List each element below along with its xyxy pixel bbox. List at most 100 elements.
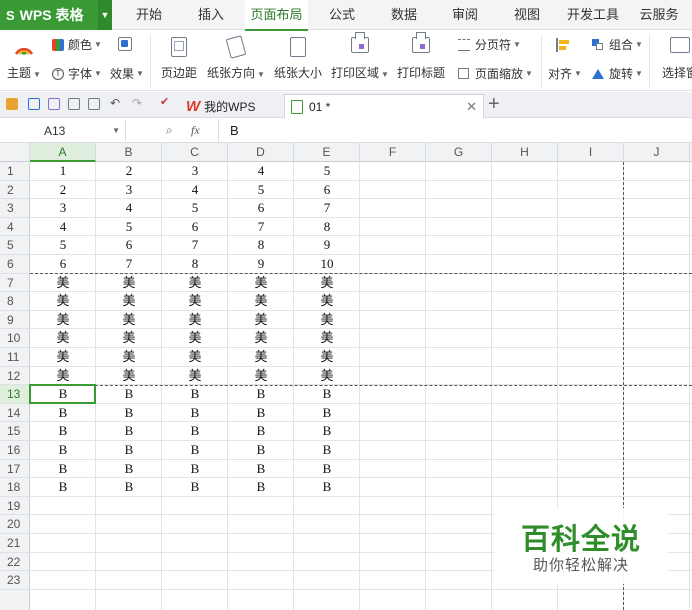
tab-document-01[interactable]: 01 * ✕: [284, 94, 484, 118]
cell-d4[interactable]: 7: [228, 218, 294, 237]
zoom-icon[interactable]: ⌕: [166, 123, 173, 138]
effect-preview-button[interactable]: [118, 37, 132, 51]
cell-c4[interactable]: 6: [162, 218, 228, 237]
cell-b15[interactable]: B: [96, 422, 162, 441]
row-header-15[interactable]: 15: [0, 422, 30, 441]
row-header-7[interactable]: 7: [0, 274, 30, 293]
tab-home[interactable]: 开始: [127, 0, 171, 30]
cell-d8[interactable]: 美: [228, 292, 294, 311]
cell-d3[interactable]: 6: [228, 199, 294, 218]
column-header-d[interactable]: D: [228, 143, 294, 162]
cell-b16[interactable]: B: [96, 441, 162, 460]
cell-e4[interactable]: 8: [294, 218, 360, 237]
cell-b1[interactable]: 2: [96, 162, 162, 181]
select-all-corner[interactable]: [0, 143, 30, 162]
cell-a11[interactable]: 美: [30, 348, 96, 367]
print-preview-icon[interactable]: [88, 98, 100, 110]
new-tab-icon[interactable]: +: [488, 93, 500, 116]
cell-d13[interactable]: B: [228, 385, 294, 404]
row-header-5[interactable]: 5: [0, 236, 30, 255]
page-break-button[interactable]: 分页符 ▼: [458, 36, 521, 53]
cell-a18[interactable]: B: [30, 478, 96, 497]
chevron-down-icon[interactable]: ▼: [112, 126, 120, 135]
page-zoom-button[interactable]: 页面缩放 ▼: [458, 65, 533, 82]
redo-icon[interactable]: ↷: [132, 96, 142, 110]
select-pane-button[interactable]: 选择窗: [655, 31, 692, 91]
cell-e1[interactable]: 5: [294, 162, 360, 181]
cell-c3[interactable]: 5: [162, 199, 228, 218]
export-pdf-icon[interactable]: [48, 98, 60, 110]
chevron-down-icon[interactable]: ▼: [98, 0, 112, 30]
column-header-h[interactable]: H: [492, 143, 558, 162]
cell-c15[interactable]: B: [162, 422, 228, 441]
cell-e16[interactable]: B: [294, 441, 360, 460]
row-header-6[interactable]: 6: [0, 255, 30, 274]
color-button[interactable]: 颜色 ▼: [52, 36, 102, 53]
effect-button[interactable]: 效果 ▼: [110, 65, 144, 82]
rotate-button[interactable]: 旋转 ▼: [592, 65, 643, 82]
row-header-1[interactable]: 1: [0, 162, 30, 181]
column-header-e[interactable]: E: [294, 143, 360, 162]
cell-a15[interactable]: B: [30, 422, 96, 441]
column-header-i[interactable]: I: [558, 143, 624, 162]
row-header-4[interactable]: 4: [0, 218, 30, 237]
cell-c9[interactable]: 美: [162, 311, 228, 330]
column-header-b[interactable]: B: [96, 143, 162, 162]
tab-my-wps[interactable]: W 我的WPS: [180, 94, 282, 118]
cell-e10[interactable]: 美: [294, 329, 360, 348]
column-header-a[interactable]: A: [30, 143, 96, 162]
column-header-c[interactable]: C: [162, 143, 228, 162]
orientation-button[interactable]: 纸张方向 ▼: [205, 31, 267, 91]
cell-b9[interactable]: 美: [96, 311, 162, 330]
cell-e11[interactable]: 美: [294, 348, 360, 367]
cell-e7[interactable]: 美: [294, 274, 360, 293]
tab-insert[interactable]: 插入: [189, 0, 233, 30]
print-area-button[interactable]: 打印区域 ▼: [329, 31, 391, 91]
cell-a6[interactable]: 6: [30, 255, 96, 274]
cell-d17[interactable]: B: [228, 460, 294, 479]
cell-d12[interactable]: 美: [228, 367, 294, 386]
cell-d18[interactable]: B: [228, 478, 294, 497]
cell-c6[interactable]: 8: [162, 255, 228, 274]
row-header-17[interactable]: 17: [0, 460, 30, 479]
app-menu-button[interactable]: S WPS 表格 ▼: [0, 0, 112, 30]
paper-size-button[interactable]: 纸张大小: [271, 31, 325, 91]
row-header-2[interactable]: 2: [0, 181, 30, 200]
align-icon-button[interactable]: [556, 38, 570, 52]
cell-d10[interactable]: 美: [228, 329, 294, 348]
cell-c5[interactable]: 7: [162, 236, 228, 255]
cell-a12[interactable]: 美: [30, 367, 96, 386]
cell-a9[interactable]: 美: [30, 311, 96, 330]
cell-a16[interactable]: B: [30, 441, 96, 460]
theme-button[interactable]: 主题 ▼: [4, 31, 44, 91]
cell-a4[interactable]: 4: [30, 218, 96, 237]
cell-b12[interactable]: 美: [96, 367, 162, 386]
row-header-22[interactable]: 22: [0, 553, 30, 572]
cell-b6[interactable]: 7: [96, 255, 162, 274]
row-header-9[interactable]: 9: [0, 311, 30, 330]
column-header-j[interactable]: J: [624, 143, 690, 162]
row-header-14[interactable]: 14: [0, 404, 30, 423]
tab-developer[interactable]: 开发工具: [561, 0, 625, 30]
cell-b14[interactable]: B: [96, 404, 162, 423]
cell-a3[interactable]: 3: [30, 199, 96, 218]
cell-c12[interactable]: 美: [162, 367, 228, 386]
cell-d9[interactable]: 美: [228, 311, 294, 330]
undo-icon[interactable]: ↶: [110, 96, 120, 110]
cell-d11[interactable]: 美: [228, 348, 294, 367]
row-header-12[interactable]: 12: [0, 367, 30, 386]
customize-toolbar-icon[interactable]: ✔: [160, 95, 169, 108]
cell-d5[interactable]: 8: [228, 236, 294, 255]
cell-e9[interactable]: 美: [294, 311, 360, 330]
cell-c13[interactable]: B: [162, 385, 228, 404]
cell-b11[interactable]: 美: [96, 348, 162, 367]
row-header-10[interactable]: 10: [0, 329, 30, 348]
cell-d7[interactable]: 美: [228, 274, 294, 293]
cell-a8[interactable]: 美: [30, 292, 96, 311]
cell-c18[interactable]: B: [162, 478, 228, 497]
cell-c16[interactable]: B: [162, 441, 228, 460]
cell-b17[interactable]: B: [96, 460, 162, 479]
cell-c2[interactable]: 4: [162, 181, 228, 200]
row-header-21[interactable]: 21: [0, 534, 30, 553]
close-tab-icon[interactable]: ✕: [466, 99, 477, 115]
